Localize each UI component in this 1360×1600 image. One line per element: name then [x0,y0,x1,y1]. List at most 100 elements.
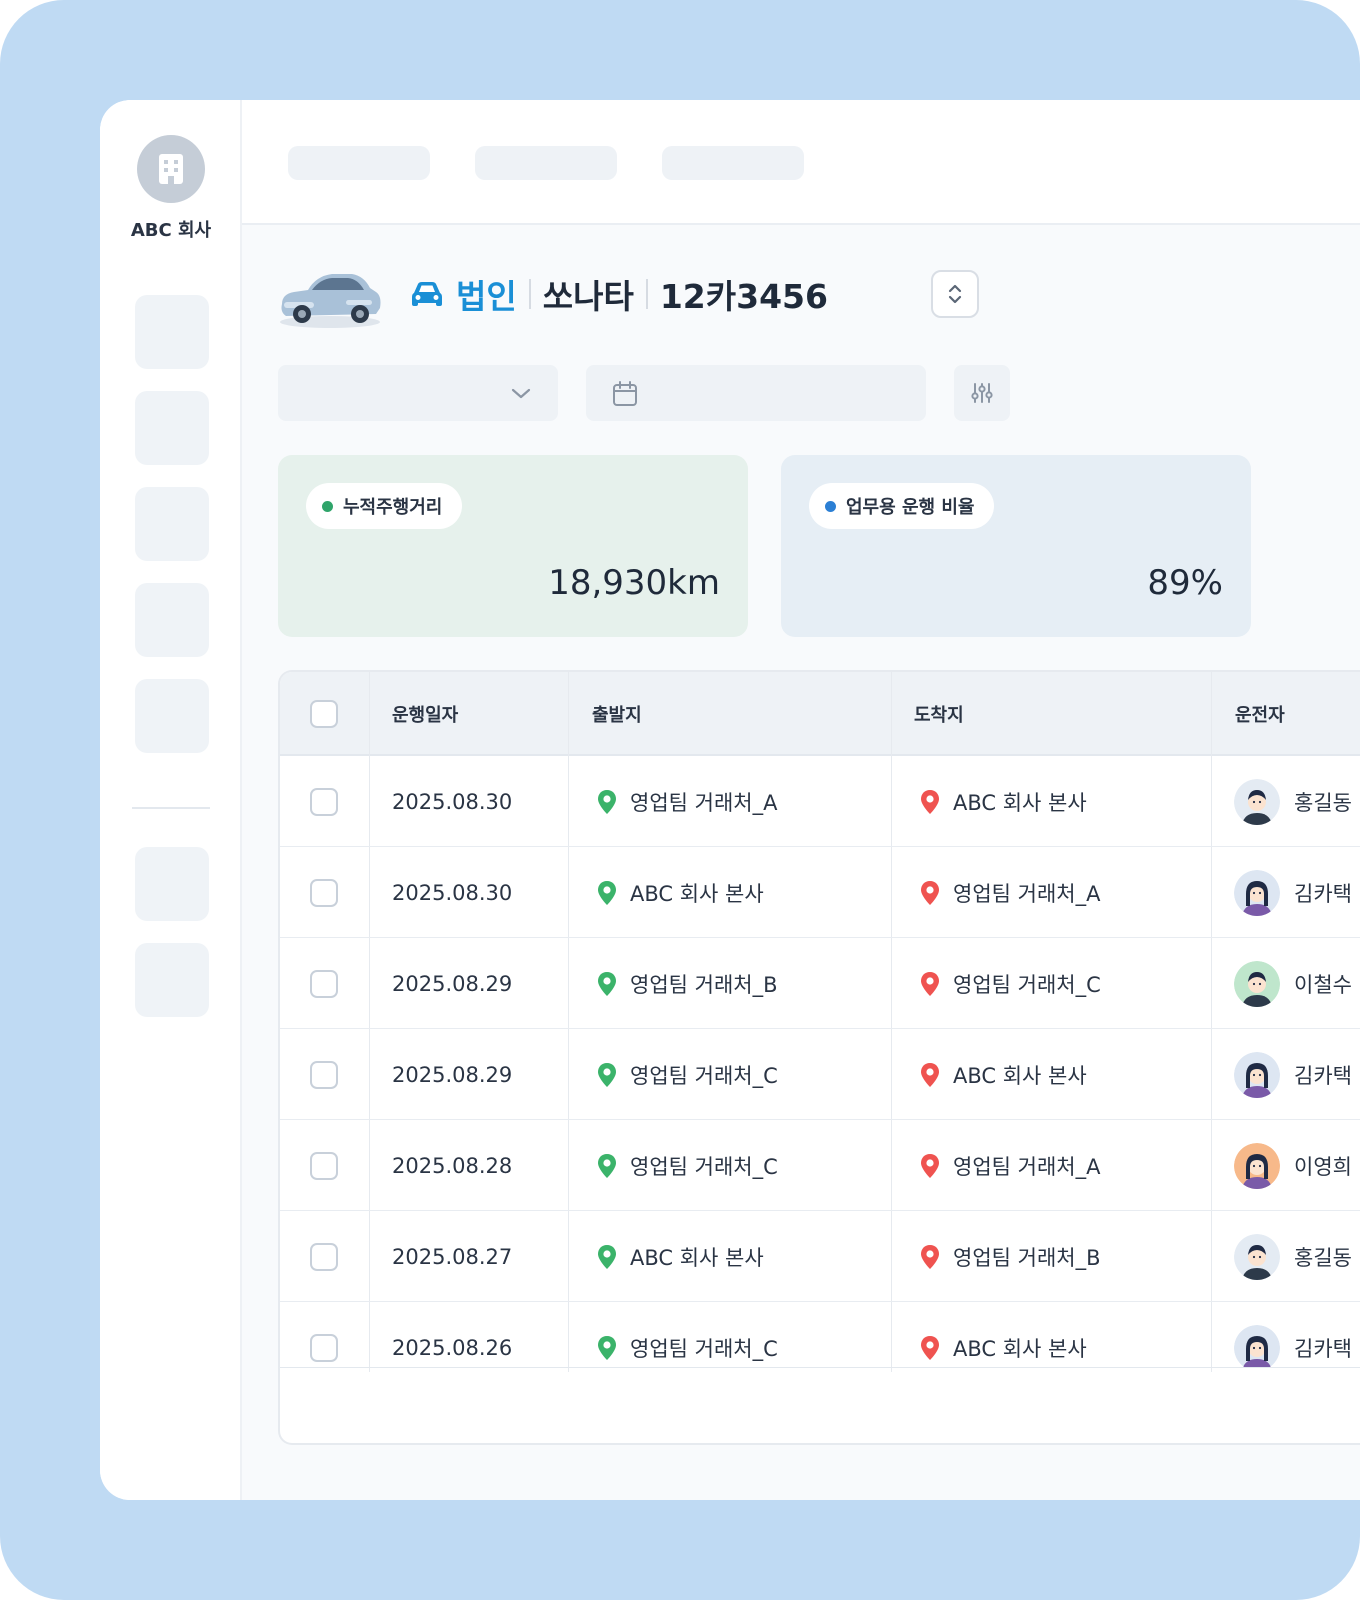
stat-card-business-ratio: 업무용 운행 비율 89% [781,455,1251,637]
row-checkbox[interactable] [310,1060,338,1089]
filter-settings-button[interactable] [954,365,1010,421]
header-destination[interactable]: 도착지 [914,672,964,756]
trip-origin: 영업팀 거래처_C [596,1029,778,1120]
stat-label-chip: 누적주행거리 [306,483,463,529]
row-checkbox[interactable] [310,1242,338,1271]
trip-destination: ABC 회사 본사 [919,1029,1087,1120]
row-select-cell [310,938,338,1029]
table-row[interactable]: 2025.08.29 영업팀 거래처_B 영업팀 거래처_C 이철수 [280,938,1360,1029]
row-checkbox[interactable] [310,1333,338,1362]
sidebar-item-3[interactable] [135,487,209,561]
select-all-checkbox[interactable] [310,700,338,728]
trip-date-text: 2025.08.30 [392,880,513,905]
sidebar-item-4[interactable] [135,583,209,657]
vehicle-switch-button[interactable] [931,270,979,318]
sidebar-item-7[interactable] [135,943,209,1017]
avatar [1234,1051,1280,1098]
vehicle-plate: 12카3456 [659,277,828,316]
title-separator [645,279,648,309]
vehicle-title: 법인 쏘나타 12카3456 [410,270,828,318]
trip-driver: 홍길동 [1234,756,1352,847]
top-tab-2[interactable] [475,146,617,180]
table-row[interactable]: 2025.08.27 ABC 회사 본사 영업팀 거래처_B 홍길동 [280,1211,1360,1302]
header-driver[interactable]: 운전자 [1235,672,1285,756]
avatar [1234,1142,1280,1189]
table-row[interactable]: 2025.08.28 영업팀 거래처_C 영업팀 거래처_A 이영희 [280,1120,1360,1211]
driver-name: 홍길동 [1294,1245,1352,1270]
trip-date: 2025.08.29 [392,1029,512,1120]
vehicle-type: 법인 [456,277,517,316]
trip-driver: 김카택 [1234,847,1352,938]
car-icon [410,279,444,309]
row-checkbox[interactable] [310,1151,338,1180]
filter-select[interactable] [278,365,558,421]
trip-destination: ABC 회사 본사 [919,756,1087,847]
status-dot [825,500,836,512]
row-checkbox[interactable] [310,787,338,816]
avatar [1234,1324,1280,1367]
origin-pin-icon [596,1062,630,1088]
destination-text: ABC 회사 본사 [953,1336,1087,1361]
status-dot [322,500,333,512]
car-image [280,274,381,328]
driver-name: 이철수 [1294,972,1352,997]
destination-pin-icon [919,1062,953,1088]
avatar [1234,960,1280,1007]
stat-label: 업무용 운행 비율 [846,497,975,518]
driver-name: 홍길동 [1294,790,1352,815]
chevron-down-icon [511,388,531,399]
sliders-icon [971,383,993,403]
trip-driver: 이철수 [1234,938,1352,1029]
row-checkbox[interactable] [310,878,338,907]
table-row[interactable]: 2025.08.30 ABC 회사 본사 영업팀 거래처_A 김카택 [280,847,1360,938]
origin-text: 영업팀 거래처_C [630,1336,778,1361]
vehicle-model: 쏘나타 [542,277,634,316]
sidebar-item-2[interactable] [135,391,209,465]
destination-text: ABC 회사 본사 [953,790,1087,815]
header-origin[interactable]: 출발지 [592,672,642,756]
destination-pin-icon [919,1244,953,1270]
row-select-cell [310,1029,338,1120]
trip-date-text: 2025.08.29 [392,1062,513,1087]
stat-value: 89% [1147,563,1223,603]
header-date[interactable]: 운행일자 [392,672,458,756]
trip-date-text: 2025.08.29 [392,971,513,996]
destination-pin-icon [919,1335,953,1361]
app-window: ABC 회사 법인 쏘나타 12카3456 누적주행거리 18,930km 업무… [100,100,1360,1500]
row-checkbox[interactable] [310,969,338,998]
origin-text: 영업팀 거래처_B [630,972,778,997]
top-bar [242,100,1360,225]
trip-origin: ABC 회사 본사 [596,847,764,938]
origin-text: ABC 회사 본사 [630,881,764,906]
origin-text: 영업팀 거래처_C [630,1154,778,1179]
row-select-cell [310,756,338,847]
sidebar-divider [132,807,210,809]
avatar [1234,869,1280,916]
row-select-cell [310,1120,338,1211]
stat-value: 18,930km [548,563,720,603]
table-row[interactable]: 2025.08.29 영업팀 거래처_C ABC 회사 본사 김카택 [280,1029,1360,1120]
sidebar-item-5[interactable] [135,679,209,753]
trip-destination: ABC 회사 본사 [919,1302,1087,1367]
destination-text: ABC 회사 본사 [953,1063,1087,1088]
company-logo[interactable] [137,135,205,203]
trip-date-text: 2025.08.27 [392,1244,513,1269]
table-row[interactable]: 2025.08.26 영업팀 거래처_C ABC 회사 본사 김카택 [280,1302,1360,1367]
chevron-up-down-icon [948,284,962,304]
trip-date: 2025.08.27 [392,1211,512,1302]
top-tab-3[interactable] [662,146,804,180]
trip-date: 2025.08.26 [392,1302,512,1367]
origin-pin-icon [596,1244,630,1270]
sidebar-item-1[interactable] [135,295,209,369]
avatar [1234,778,1280,825]
date-range-input[interactable] [586,365,926,421]
top-tab-1[interactable] [288,146,430,180]
sidebar-item-6[interactable] [135,847,209,921]
trip-destination: 영업팀 거래처_C [919,938,1101,1029]
destination-text: 영업팀 거래처_A [953,1154,1101,1179]
origin-text: 영업팀 거래처_C [630,1063,778,1088]
table-row[interactable]: 2025.08.30 영업팀 거래처_A ABC 회사 본사 홍길동 [280,756,1360,847]
stat-label-chip: 업무용 운행 비율 [809,483,995,529]
trip-origin: 영업팀 거래처_A [596,756,777,847]
origin-pin-icon [596,880,630,906]
